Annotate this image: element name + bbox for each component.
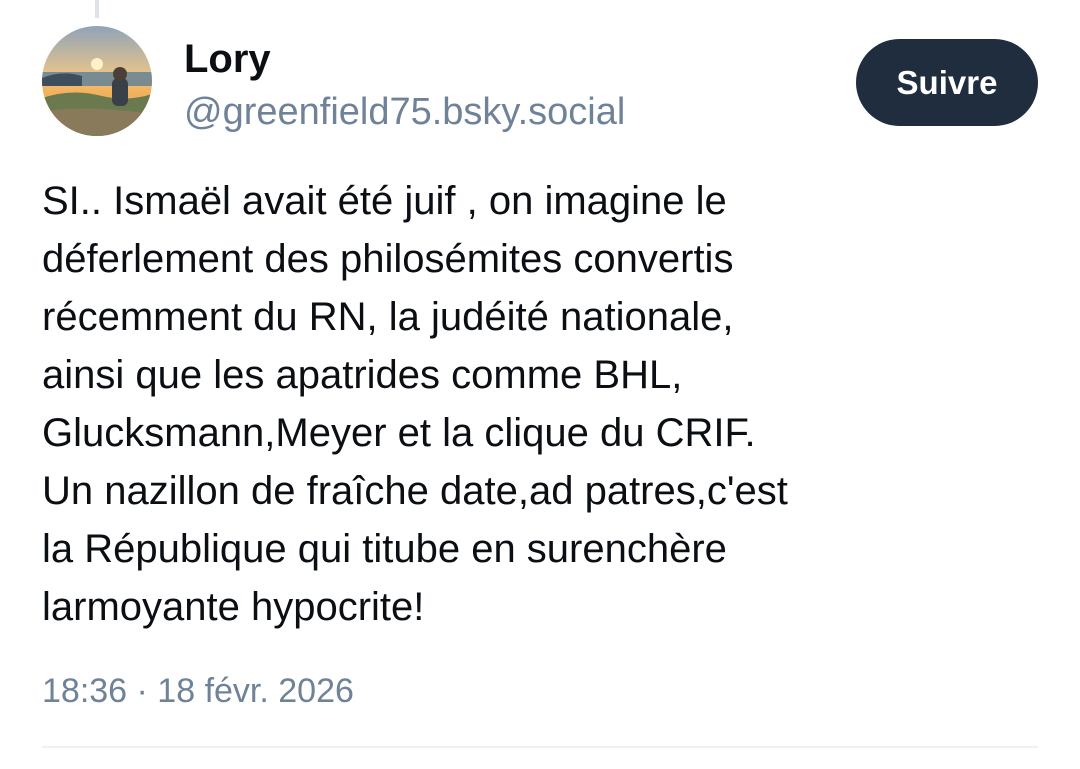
post-card: Lory @greenfield75.bsky.social Suivre SI… xyxy=(0,0,1080,769)
avatar[interactable] xyxy=(42,26,152,136)
thread-connector-line xyxy=(95,0,99,18)
post-text-line: déferlement des philosémites convertis xyxy=(42,237,734,281)
post-text-line: Glucksmann,Meyer et la clique du CRIF. xyxy=(42,411,756,455)
post-text-line: la République qui titube en surenchère xyxy=(42,527,727,571)
post-text: SI.. Ismaël avait été juif , on imagine … xyxy=(42,172,1042,636)
post-text-line: Un nazillon de fraîche date,ad patres,c'… xyxy=(42,469,788,513)
author-display-name[interactable]: Lory xyxy=(184,34,271,84)
post-timestamp[interactable]: 18:36 · 18 févr. 2026 xyxy=(42,666,354,716)
follow-button[interactable]: Suivre xyxy=(856,39,1038,126)
author-handle[interactable]: @greenfield75.bsky.social xyxy=(184,88,625,136)
post-text-line: larmoyante hypocrite! xyxy=(42,585,425,629)
post-text-line: récemment du RN, la judéité nationale, xyxy=(42,295,734,339)
post-text-line: ainsi que les apatrides comme BHL, xyxy=(42,353,683,397)
avatar-photo-icon xyxy=(42,26,152,136)
post-text-line: SI.. Ismaël avait été juif , on imagine … xyxy=(42,179,727,223)
divider xyxy=(42,746,1038,748)
